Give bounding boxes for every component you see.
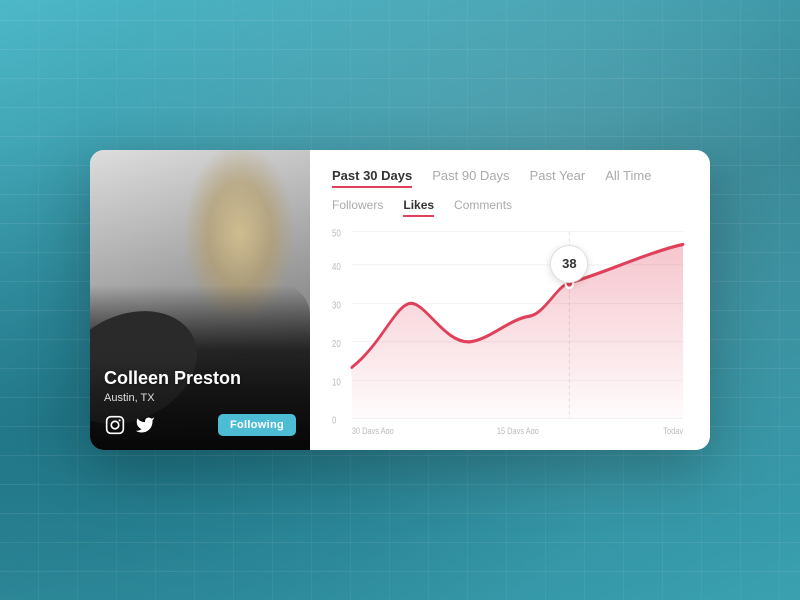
- svg-text:50: 50: [332, 229, 341, 239]
- metric-tabs: Followers Likes Comments: [332, 198, 688, 217]
- tab-followers[interactable]: Followers: [332, 198, 383, 217]
- svg-text:30 Days Ago: 30 Days Ago: [352, 425, 394, 434]
- following-button[interactable]: Following: [218, 414, 296, 436]
- tab-likes[interactable]: Likes: [403, 198, 434, 217]
- profile-name: Colleen Preston: [104, 368, 296, 390]
- profile-card: Colleen Preston Austin, TX: [90, 150, 710, 450]
- tab-past90[interactable]: Past 90 Days: [432, 168, 509, 188]
- tab-past-year[interactable]: Past Year: [530, 168, 586, 188]
- profile-section: Colleen Preston Austin, TX: [90, 150, 310, 450]
- chart-area: 0 10 20 30 40 50: [332, 229, 688, 434]
- svg-text:40: 40: [332, 261, 341, 272]
- svg-text:Today: Today: [663, 425, 683, 434]
- stats-section: Past 30 Days Past 90 Days Past Year All …: [310, 150, 710, 450]
- tab-comments[interactable]: Comments: [454, 198, 512, 217]
- svg-text:0: 0: [332, 415, 336, 426]
- svg-text:20: 20: [332, 338, 341, 349]
- svg-text:10: 10: [332, 376, 341, 387]
- profile-overlay: Colleen Preston Austin, TX: [90, 356, 310, 450]
- time-tabs: Past 30 Days Past 90 Days Past Year All …: [332, 168, 688, 188]
- profile-location: Austin, TX: [104, 392, 296, 404]
- chart-tooltip: 38: [550, 245, 588, 283]
- svg-text:30: 30: [332, 299, 341, 310]
- line-chart: 0 10 20 30 40 50: [332, 229, 688, 434]
- instagram-icon[interactable]: [104, 414, 126, 436]
- tooltip-value: 38: [562, 256, 576, 271]
- svg-text:15 Days Ago: 15 Days Ago: [497, 425, 539, 434]
- profile-actions: Following: [104, 414, 296, 436]
- tab-past30[interactable]: Past 30 Days: [332, 168, 412, 188]
- twitter-icon[interactable]: [134, 414, 156, 436]
- tab-all-time[interactable]: All Time: [605, 168, 651, 188]
